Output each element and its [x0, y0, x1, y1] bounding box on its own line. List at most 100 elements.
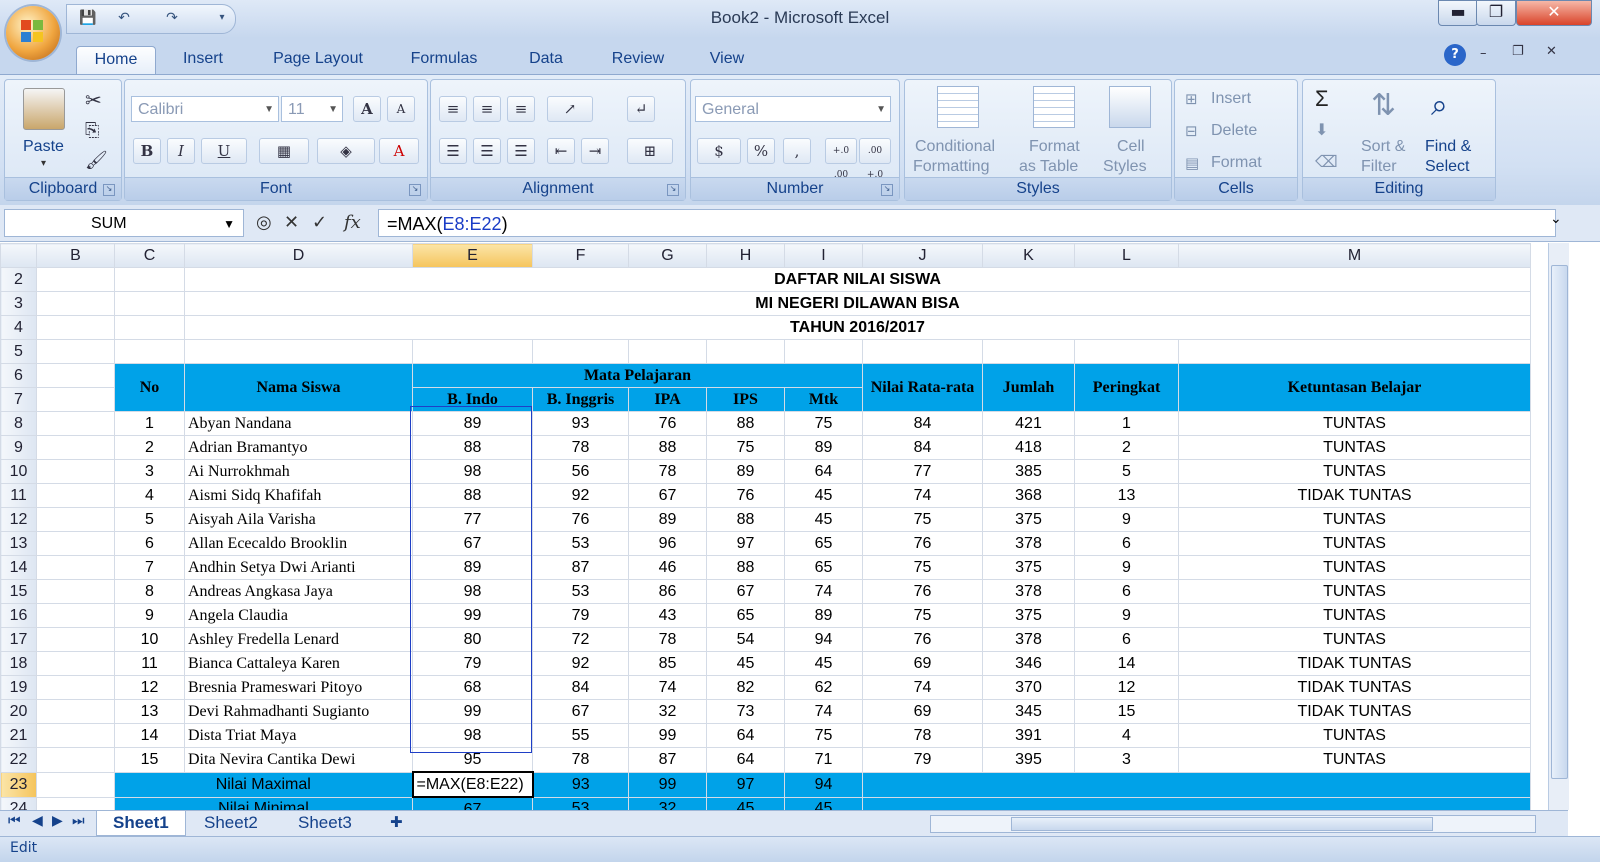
column-header-e[interactable]: E	[412, 243, 533, 268]
cell-score[interactable]: 89	[412, 555, 533, 580]
formula-input[interactable]: =MAX(E8:E22)	[378, 209, 1556, 237]
cell-peringkat[interactable]: 1	[1074, 411, 1179, 436]
cell-score[interactable]: 45	[784, 651, 863, 676]
empty-cell[interactable]	[36, 339, 115, 364]
cell-score[interactable]: 65	[784, 555, 863, 580]
paste-icon[interactable]	[23, 88, 65, 130]
ribbon-close-icon[interactable]: ✕	[1546, 44, 1557, 59]
cell-jumlah[interactable]: 375	[982, 603, 1075, 628]
summary-label[interactable]: Nilai Maximal	[114, 771, 413, 798]
cell-ketuntasan[interactable]: TUNTAS	[1178, 555, 1531, 580]
cell-nama-siswa[interactable]: Aismi Sidq Khafifah	[184, 483, 413, 508]
cell-nama-siswa[interactable]: Ashley Fredella Lenard	[184, 627, 413, 652]
row-header[interactable]: 17	[0, 627, 37, 652]
copy-icon[interactable]: ⎘	[85, 120, 99, 141]
cell-no[interactable]: 9	[114, 603, 185, 628]
decrease-decimal-button[interactable]: .00 +.0	[859, 138, 891, 180]
header-subject[interactable]: B. Inggris	[532, 387, 629, 412]
cell-jumlah[interactable]: 345	[982, 699, 1075, 724]
empty-cell[interactable]	[36, 411, 115, 436]
conditional-formatting-icon[interactable]	[937, 86, 979, 128]
row-header[interactable]: 16	[0, 603, 37, 628]
row-header[interactable]: 11	[0, 483, 37, 508]
cell-score[interactable]: 85	[628, 651, 707, 676]
row-header[interactable]: 22	[0, 747, 37, 773]
empty-cell[interactable]	[184, 339, 413, 364]
cell-rata-rata[interactable]: 74	[862, 675, 983, 700]
cell-no[interactable]: 3	[114, 459, 185, 484]
cell-nama-siswa[interactable]: Ai Nurrokhmah	[184, 459, 413, 484]
cell-ketuntasan[interactable]: TUNTAS	[1178, 747, 1531, 773]
empty-cell[interactable]	[784, 339, 863, 364]
cell-score[interactable]: 64	[706, 723, 785, 748]
empty-cell[interactable]	[36, 579, 115, 604]
active-cell-editing[interactable]: =MAX(E8:E22)	[411, 771, 534, 798]
cell-no[interactable]: 7	[114, 555, 185, 580]
enter-icon[interactable]: ✓	[312, 209, 327, 237]
cell-score[interactable]: 76	[532, 507, 629, 532]
font-size-select[interactable]: 11 ▼	[281, 96, 343, 122]
cell-score[interactable]: 67	[532, 699, 629, 724]
font-color-button[interactable]: A	[379, 138, 419, 164]
align-bottom-icon[interactable]: ≡	[507, 96, 535, 122]
header-no[interactable]: No	[114, 363, 185, 412]
cell-nama-siswa[interactable]: Bianca Cattaleya Karen	[184, 651, 413, 676]
cell-no[interactable]: 13	[114, 699, 185, 724]
cell-nama-siswa[interactable]: Angela Claudia	[184, 603, 413, 628]
cell-rata-rata[interactable]: 84	[862, 435, 983, 460]
summary-value[interactable]: 32	[628, 796, 707, 810]
summary-value[interactable]: 99	[628, 771, 707, 798]
cell-no[interactable]: 1	[114, 411, 185, 436]
cell-rata-rata[interactable]: 75	[862, 507, 983, 532]
cell-peringkat[interactable]: 3	[1074, 747, 1179, 773]
cell-score[interactable]: 55	[532, 723, 629, 748]
empty-cell[interactable]	[36, 675, 115, 700]
row-header[interactable]: 21	[0, 723, 37, 748]
cell-score[interactable]: 74	[628, 675, 707, 700]
cell-score[interactable]: 87	[628, 747, 707, 773]
insert-cells-button[interactable]: Insert	[1211, 90, 1251, 108]
italic-button[interactable]: I	[167, 138, 195, 164]
cell-nama-siswa[interactable]: Andhin Setya Dwi Arianti	[184, 555, 413, 580]
empty-cell[interactable]	[36, 531, 115, 556]
cell-jumlah[interactable]: 368	[982, 483, 1075, 508]
tab-review[interactable]: Review	[596, 46, 680, 74]
empty-cell[interactable]	[532, 339, 629, 364]
resize-handle-icon[interactable]: ◎	[256, 209, 272, 237]
sheet-tab-3[interactable]: Sheet3	[282, 811, 368, 835]
cell-peringkat[interactable]: 14	[1074, 651, 1179, 676]
tab-formulas[interactable]: Formulas	[396, 46, 492, 74]
column-header-b[interactable]: B	[36, 243, 115, 268]
cell-score[interactable]: 65	[784, 531, 863, 556]
cell-score[interactable]: 98	[412, 579, 533, 604]
cell-ketuntasan[interactable]: TUNTAS	[1178, 603, 1531, 628]
cell-peringkat[interactable]: 9	[1074, 555, 1179, 580]
row-header[interactable]: 14	[0, 555, 37, 580]
cell-ketuntasan[interactable]: TIDAK TUNTAS	[1178, 651, 1531, 676]
underline-button[interactable]: U	[201, 138, 247, 164]
cell-jumlah[interactable]: 385	[982, 459, 1075, 484]
cell-score[interactable]: 88	[706, 507, 785, 532]
empty-cell[interactable]	[36, 435, 115, 460]
empty-cell[interactable]	[36, 387, 115, 412]
cell-ketuntasan[interactable]: TUNTAS	[1178, 723, 1531, 748]
select-all-corner[interactable]	[0, 243, 37, 268]
empty-cell[interactable]	[412, 339, 533, 364]
header-subject[interactable]: Mtk	[784, 387, 863, 412]
cell-nama-siswa[interactable]: Bresnia Prameswari Pitoyo	[184, 675, 413, 700]
horizontal-scrollbar[interactable]	[930, 815, 1536, 833]
cell-ketuntasan[interactable]: TUNTAS	[1178, 531, 1531, 556]
row-header[interactable]: 20	[0, 699, 37, 724]
row-header[interactable]: 24	[0, 796, 37, 810]
cell-nama-siswa[interactable]: Adrian Bramantyo	[184, 435, 413, 460]
cell-jumlah[interactable]: 378	[982, 627, 1075, 652]
cell-ketuntasan[interactable]: TUNTAS	[1178, 459, 1531, 484]
empty-cell[interactable]	[36, 627, 115, 652]
header-subject[interactable]: B. Indo	[412, 387, 533, 412]
cell-no[interactable]: 15	[114, 747, 185, 773]
summary-value[interactable]: 97	[706, 771, 785, 798]
cell-jumlah[interactable]: 378	[982, 579, 1075, 604]
cell-score[interactable]: 94	[784, 627, 863, 652]
cell-score[interactable]: 88	[412, 483, 533, 508]
cell-score[interactable]: 89	[706, 459, 785, 484]
